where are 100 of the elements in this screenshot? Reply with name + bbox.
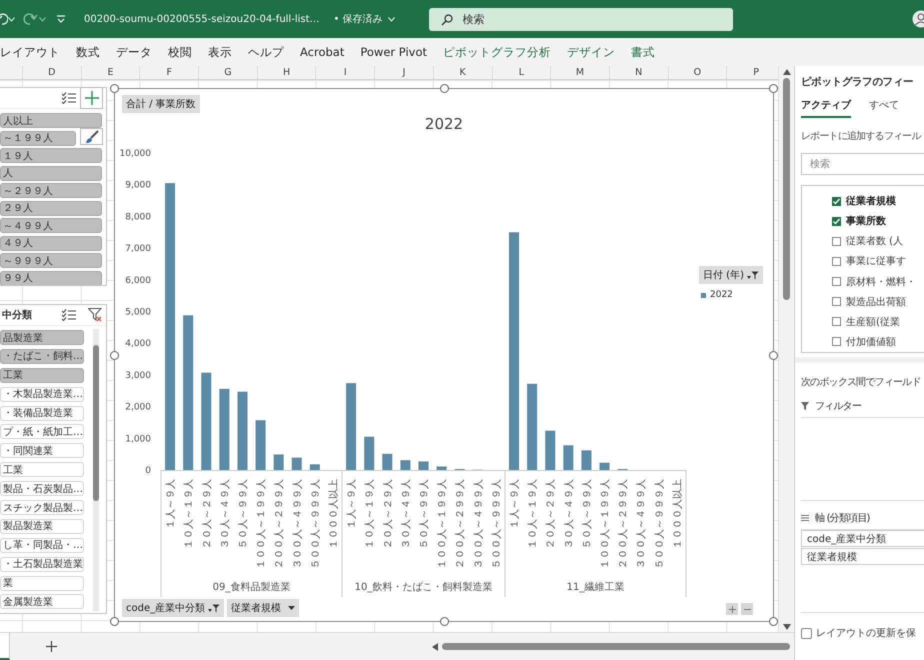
column-header[interactable]: M bbox=[551, 66, 610, 79]
slicer-item[interactable]: ・同関連業 bbox=[0, 443, 84, 458]
ribbon-tab[interactable]: 校閲 bbox=[168, 44, 192, 60]
slicer-item[interactable]: 人 bbox=[0, 166, 102, 180]
column-header[interactable]: K bbox=[434, 66, 492, 79]
pane-tab[interactable]: アクティブ bbox=[801, 98, 851, 118]
slicer-item[interactable]: し革・同製品・… bbox=[0, 538, 84, 553]
resize-handle[interactable] bbox=[110, 617, 119, 626]
axis-field-button[interactable]: 従業者規模 bbox=[227, 599, 300, 617]
slicer-item[interactable]: 人以上 bbox=[0, 113, 102, 128]
slicer-item[interactable]: 品製造業 bbox=[0, 330, 84, 345]
resize-handle[interactable] bbox=[769, 84, 778, 93]
sheet-tab[interactable] bbox=[0, 633, 10, 660]
ribbon-tab[interactable]: 数式 bbox=[76, 44, 100, 60]
column-header[interactable]: F bbox=[140, 66, 200, 79]
checkbox[interactable] bbox=[832, 277, 841, 286]
slicer-item[interactable]: 工業 bbox=[0, 368, 84, 383]
collapse-field-button[interactable] bbox=[741, 603, 753, 615]
ribbon-tab[interactable]: Power Pivot bbox=[360, 45, 428, 59]
field-item[interactable]: 製造品出荷額 bbox=[802, 292, 924, 312]
column-header[interactable]: G bbox=[199, 66, 258, 79]
slicer-item[interactable]: ９９人 bbox=[0, 270, 102, 285]
field-item[interactable]: 原材料・燃料・ bbox=[802, 272, 924, 292]
resize-handle[interactable] bbox=[440, 84, 448, 93]
ribbon-tab[interactable]: ピボットグラフ分析 bbox=[443, 44, 552, 60]
search-field[interactable]: 検索 bbox=[428, 8, 733, 30]
slicer-item[interactable]: ～９９９人 bbox=[0, 253, 102, 268]
checkbox[interactable] bbox=[832, 337, 841, 346]
slicer-item[interactable]: ・たばこ・飼料… bbox=[0, 348, 84, 364]
field-item[interactable]: 生産額(従業 bbox=[802, 312, 924, 332]
ribbon-tab[interactable]: 表示 bbox=[208, 44, 232, 60]
field-item[interactable]: 事業所数 bbox=[802, 211, 924, 232]
area-field-item[interactable]: code_産業中分類 bbox=[801, 530, 924, 547]
column-header[interactable]: H bbox=[258, 66, 316, 79]
slicer-item[interactable]: ・木製品製造業… bbox=[0, 386, 84, 402]
checkbox[interactable] bbox=[832, 216, 841, 226]
axis-field-button[interactable]: code_産業中分類 bbox=[122, 599, 224, 617]
expand-field-button[interactable] bbox=[726, 603, 738, 615]
column-header[interactable]: J bbox=[375, 66, 434, 79]
slicer-item[interactable]: 工業 bbox=[0, 462, 84, 478]
slicer-item[interactable]: プ・紙・紙加工… bbox=[0, 424, 84, 440]
field-search-field[interactable]: 検索 bbox=[801, 153, 924, 175]
checkbox[interactable] bbox=[832, 196, 841, 206]
column-header[interactable]: D bbox=[23, 66, 82, 79]
ribbon-tab[interactable]: ヘルプ bbox=[248, 44, 284, 60]
resize-handle[interactable] bbox=[769, 617, 778, 626]
scroll-down-arrow-icon[interactable] bbox=[782, 624, 790, 630]
checkbox[interactable] bbox=[832, 297, 841, 306]
slicer-item[interactable]: スチック製品製… bbox=[0, 500, 84, 516]
field-item[interactable]: 付加価値額 bbox=[802, 332, 924, 352]
legend-field-button[interactable]: 日付 (年) bbox=[699, 266, 763, 284]
column-header[interactable]: L bbox=[492, 66, 552, 79]
resize-handle[interactable] bbox=[440, 617, 448, 626]
field-item[interactable]: 従業者規模 bbox=[802, 191, 924, 212]
column-header[interactable]: N bbox=[610, 66, 669, 79]
slicer-item[interactable]: １９人 bbox=[0, 148, 102, 163]
column-header[interactable]: E bbox=[82, 66, 140, 79]
vertical-scrollbar-thumb[interactable] bbox=[783, 78, 790, 300]
ribbon-tab[interactable]: 書式 bbox=[631, 44, 656, 60]
multi-select-icon[interactable] bbox=[62, 92, 76, 104]
ribbon-tab[interactable]: Acrobat bbox=[300, 45, 344, 59]
horizontal-scrollbar-thumb[interactable] bbox=[442, 643, 790, 650]
slicer-item[interactable]: ２９人 bbox=[0, 200, 102, 216]
slicer-item[interactable]: 製品製造業 bbox=[0, 518, 84, 534]
multi-select-icon[interactable] bbox=[62, 309, 76, 321]
scroll-up-arrow-icon[interactable] bbox=[782, 69, 790, 75]
column-header[interactable]: O bbox=[668, 66, 728, 79]
slicer-scrollbar-thumb[interactable] bbox=[93, 345, 99, 501]
resize-handle[interactable] bbox=[769, 350, 778, 360]
slicer-item[interactable]: ～１９９人 bbox=[0, 130, 76, 146]
defer-update-checkbox[interactable]: レイアウトの更新を保 bbox=[801, 626, 924, 640]
value-field-button[interactable]: 合計 / 事業所数 bbox=[122, 95, 200, 113]
slicer-item[interactable]: ・装備品製造業 bbox=[0, 406, 84, 421]
checkbox[interactable] bbox=[832, 236, 841, 246]
area-field-item[interactable]: 従業者規模 bbox=[801, 548, 924, 565]
column-header[interactable]: I bbox=[316, 66, 376, 79]
redo-icon[interactable] bbox=[23, 12, 39, 26]
checkbox[interactable] bbox=[832, 256, 841, 266]
ribbon-tab[interactable]: レイアウト bbox=[0, 44, 60, 60]
chart-elements-button[interactable] bbox=[80, 87, 103, 109]
clear-filter-icon[interactable] bbox=[88, 308, 102, 322]
pane-tab[interactable]: すべて bbox=[869, 98, 899, 118]
customize-toolbar-icon[interactable] bbox=[56, 14, 66, 24]
resize-handle[interactable] bbox=[110, 350, 119, 360]
slicer-item[interactable]: 業 bbox=[0, 576, 84, 591]
ribbon-tab[interactable]: データ bbox=[116, 44, 152, 60]
field-item[interactable]: 従業者数 (人 bbox=[802, 231, 924, 252]
slicer-item[interactable]: ～２９９人 bbox=[0, 183, 102, 198]
field-item[interactable]: 事業に従事す bbox=[802, 251, 924, 272]
slicer-item[interactable]: 金属製造業 bbox=[0, 594, 84, 610]
slicer-item[interactable]: ４９人 bbox=[0, 236, 102, 250]
slicer-item[interactable]: 製品・石炭製品… bbox=[0, 481, 84, 496]
chart-styles-button[interactable] bbox=[80, 128, 103, 145]
ribbon-tab[interactable]: デザイン bbox=[567, 44, 616, 60]
resize-handle[interactable] bbox=[110, 84, 119, 93]
slicer-item[interactable]: ・土石製品製造業 bbox=[0, 556, 84, 572]
checkbox[interactable] bbox=[832, 317, 841, 326]
scroll-left-arrow-icon[interactable] bbox=[432, 642, 438, 650]
save-status-button[interactable]: • 保存済み bbox=[334, 12, 395, 26]
new-sheet-button[interactable] bbox=[46, 641, 57, 652]
